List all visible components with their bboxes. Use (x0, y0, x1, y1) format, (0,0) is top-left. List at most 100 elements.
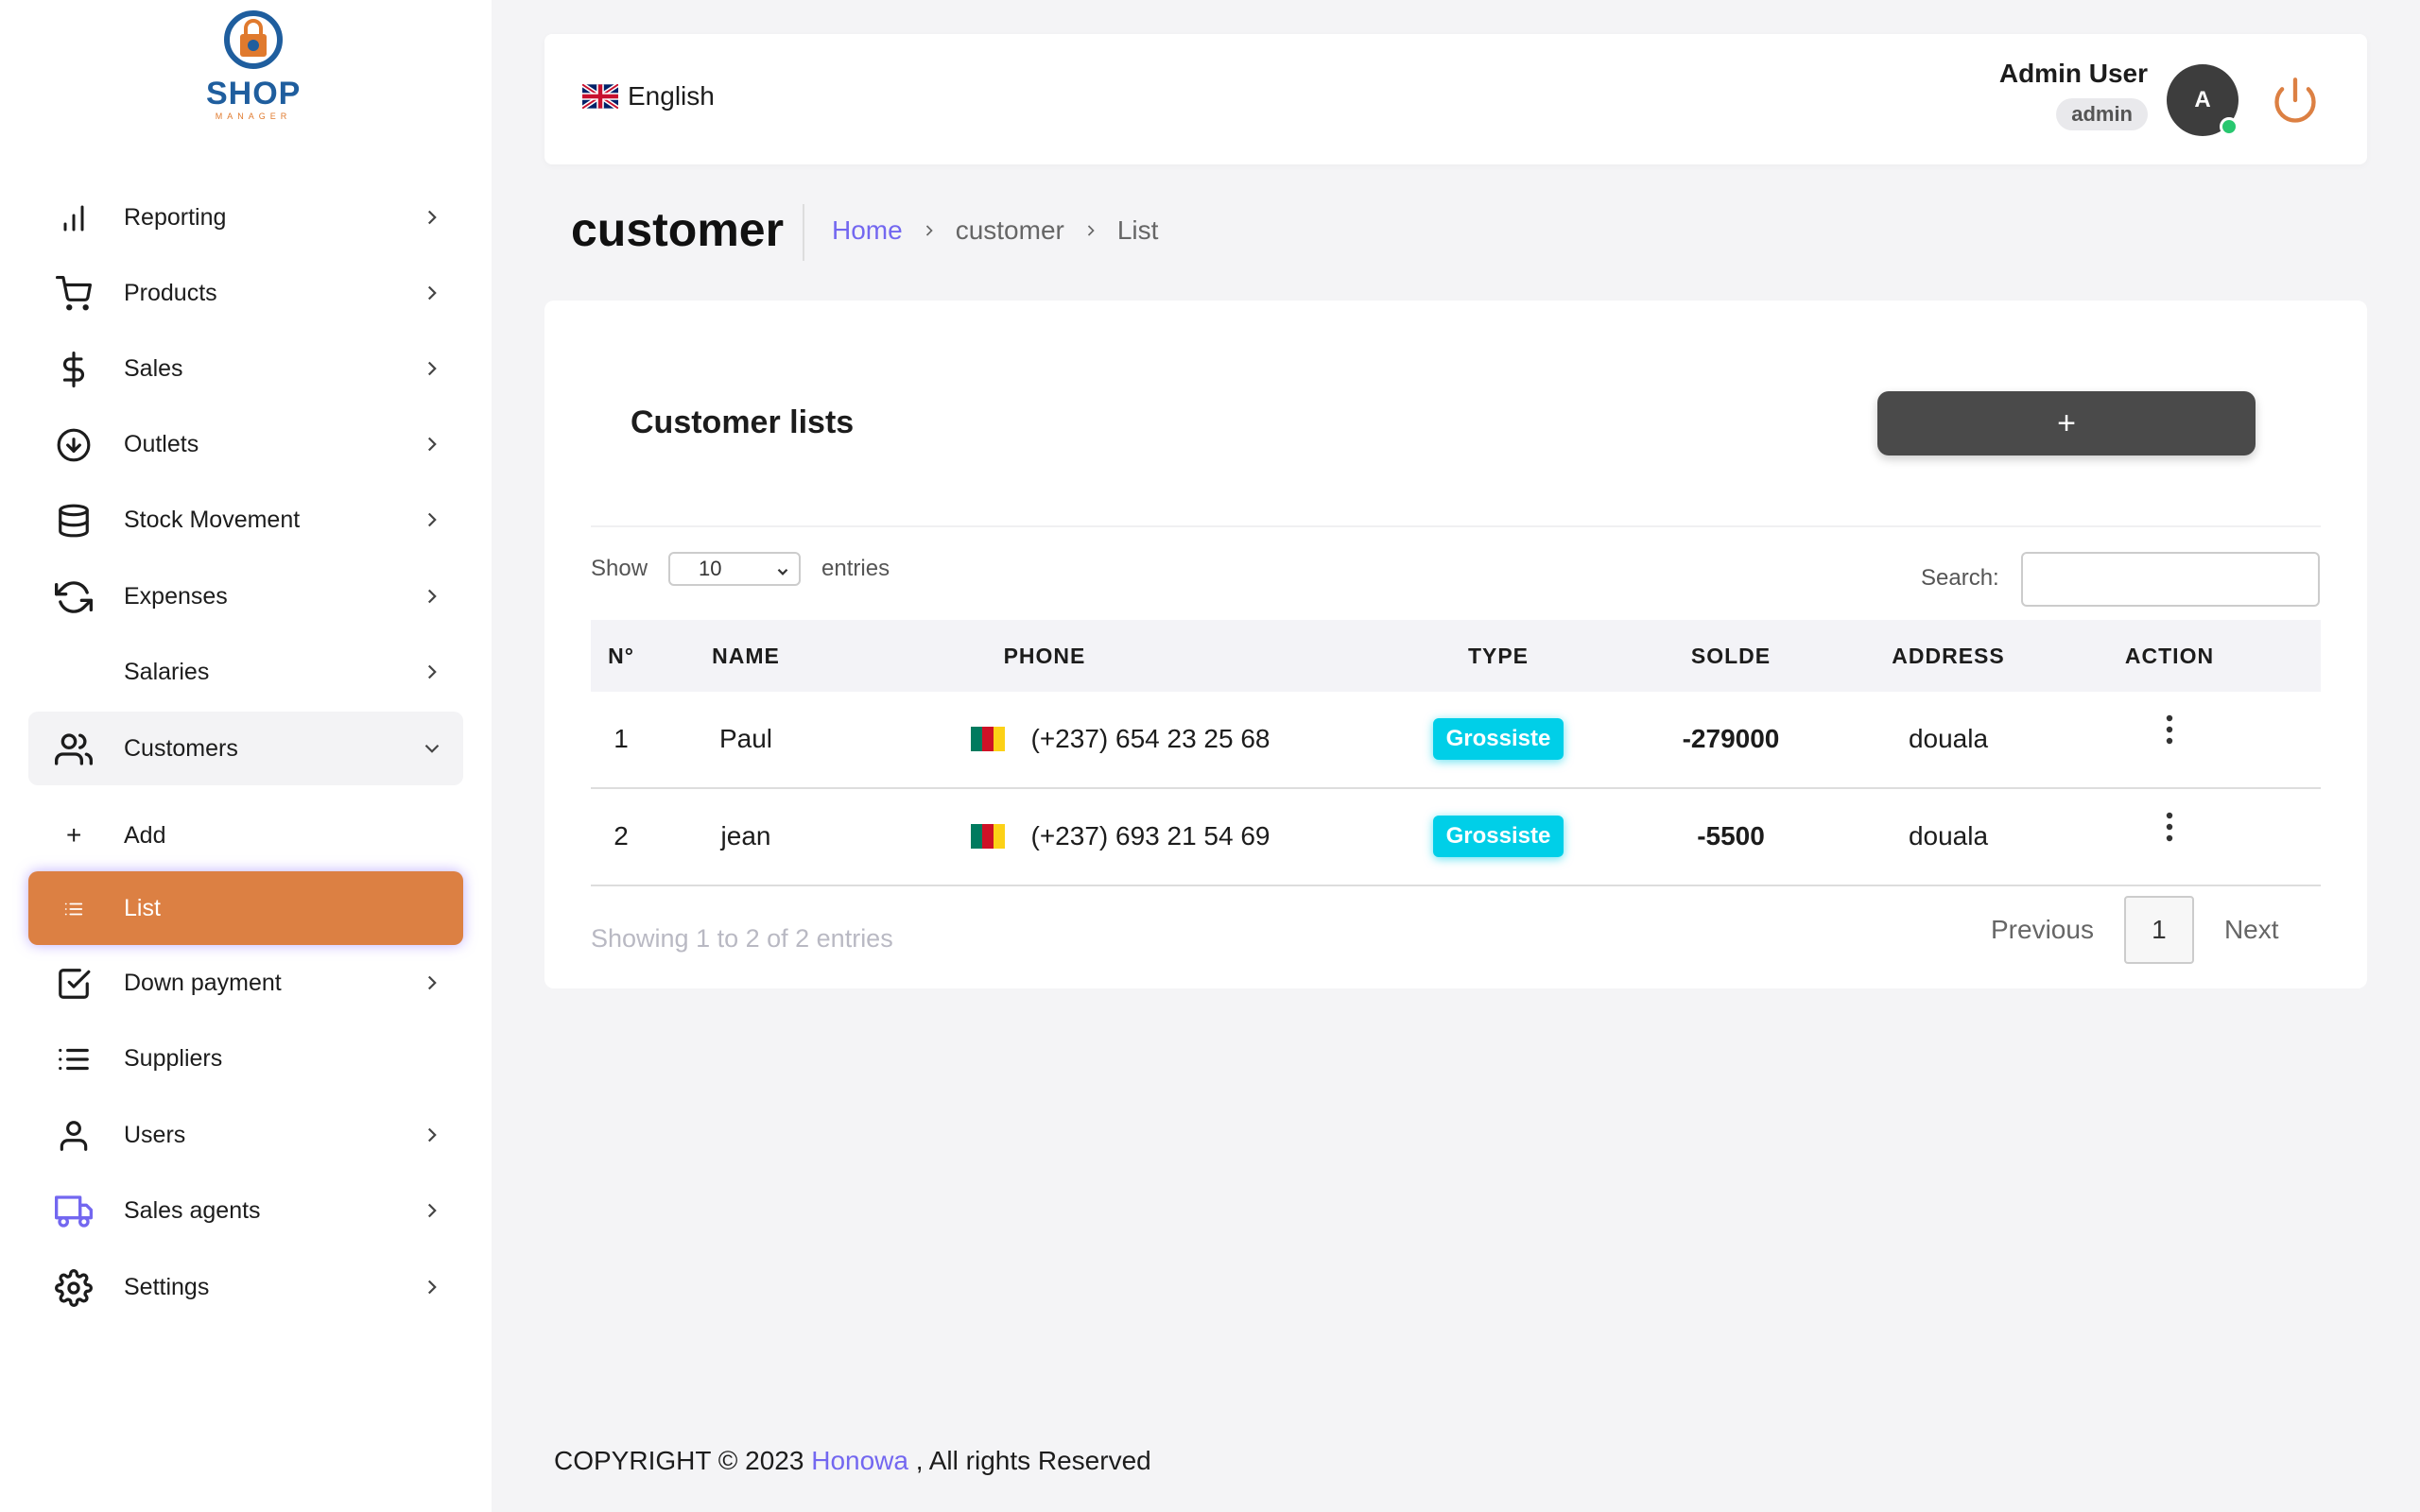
card-title: Customer lists (631, 404, 855, 440)
sidebar-item-label: Stock Movement (124, 506, 301, 533)
table-row: 2 jean (+237) 693 21 54 69 Grossiste -55… (591, 789, 2321, 886)
sidebar-item-label: Customers (124, 734, 238, 762)
cell-type: Grossiste (1423, 692, 1574, 786)
type-badge: Grossiste (1432, 816, 1564, 857)
column-header-type[interactable]: TYPE (1423, 620, 1574, 692)
user-name: Admin User (1998, 59, 2148, 88)
chevron-right-icon (427, 285, 437, 301)
cell-solde: -5500 (1697, 821, 1765, 850)
page-title: customer (571, 203, 785, 256)
page-number-button[interactable]: 1 (2123, 896, 2194, 964)
cell-name: jean (720, 821, 771, 850)
column-header-name[interactable]: NAME (670, 620, 821, 692)
chevron-right-icon (427, 1203, 437, 1218)
check-square-icon (55, 965, 93, 1003)
sidebar-item-label: Sales agents (124, 1196, 261, 1224)
next-page-button[interactable]: Next (2205, 915, 2298, 945)
footer: COPYRIGHT © 2023 Honowa , All rights Res… (554, 1446, 1151, 1476)
column-header-solde[interactable]: SOLDE (1665, 620, 1797, 692)
cell-name: Paul (718, 724, 773, 753)
breadcrumb-customer[interactable]: customer (956, 215, 1064, 246)
chevron-right-icon (1087, 225, 1095, 236)
cart-icon (55, 275, 93, 313)
sidebar-item-reporting[interactable]: Reporting (28, 180, 463, 254)
chevron-right-icon (427, 361, 437, 376)
footer-brand-link[interactable]: Honowa (811, 1446, 908, 1475)
truck-icon (55, 1193, 93, 1230)
power-icon[interactable] (2271, 76, 2320, 125)
table-header: N° NAME PHONE TYPE SOLDE ADDRESS ACTION (591, 620, 2321, 692)
uk-flag-icon (582, 84, 618, 109)
cell-phone: (+237) 654 23 25 68 (931, 692, 1309, 786)
dollar-icon (55, 351, 93, 388)
chevron-right-icon (427, 210, 437, 225)
add-customer-button[interactable]: + (1877, 391, 2256, 455)
page-size-select[interactable]: 10 (668, 552, 802, 586)
sidebar-subitem-add[interactable]: + Add (28, 799, 463, 872)
user-icon (55, 1117, 93, 1155)
logo-icon (224, 10, 283, 69)
type-badge: Grossiste (1432, 718, 1564, 760)
chevron-down-icon (424, 744, 440, 753)
cameroon-flag-icon (970, 824, 1005, 849)
logo[interactable]: SHOP MANAGER (206, 8, 301, 121)
sidebar-item-label: List (124, 894, 161, 921)
sidebar-item-suppliers[interactable]: Suppliers (28, 1022, 463, 1095)
breadcrumb-home-link[interactable]: Home (832, 215, 903, 246)
more-vertical-icon[interactable] (2160, 808, 2179, 846)
database-icon (55, 502, 93, 540)
logo-subtitle: MANAGER (215, 112, 292, 121)
cell-type: Grossiste (1423, 789, 1574, 884)
sidebar-item-label: Products (124, 279, 217, 306)
entries-control: Show 10 entries (591, 552, 890, 586)
sidebar-item-label: Expenses (124, 582, 228, 610)
plus-icon: + (66, 820, 82, 850)
cell-address: douala (1908, 821, 1989, 850)
cell-no: 2 (614, 821, 629, 850)
sidebar-item-users[interactable]: Users (28, 1098, 463, 1172)
sidebar-item-stock-movement[interactable]: Stock Movement (28, 483, 463, 557)
chevron-right-icon (427, 589, 437, 604)
cell-solde: -279000 (1682, 724, 1780, 753)
table-info: Showing 1 to 2 of 2 entries (591, 924, 893, 953)
search-label: Search: (1921, 565, 1999, 591)
chevron-down-icon (777, 568, 788, 576)
phone-number: (+237) 654 23 25 68 (1030, 724, 1270, 753)
sidebar-item-sales-agents[interactable]: Sales agents (28, 1174, 463, 1247)
previous-page-button[interactable]: Previous (1972, 915, 2113, 945)
sidebar-item-outlets[interactable]: Outlets (28, 407, 463, 481)
sidebar-item-label: Users (124, 1121, 186, 1148)
chevron-right-icon (427, 437, 437, 452)
sidebar-item-label: Reporting (124, 203, 227, 231)
title-divider (803, 204, 804, 261)
column-header-address[interactable]: ADDRESS (1873, 620, 2024, 692)
more-vertical-icon[interactable] (2160, 711, 2179, 748)
sidebar-item-products[interactable]: Products (28, 256, 463, 330)
column-header-no[interactable]: N° (591, 620, 651, 692)
users-icon (55, 730, 93, 768)
avatar[interactable]: A (2167, 64, 2238, 136)
page-size-value: 10 (699, 557, 722, 580)
show-label: Show (591, 556, 648, 581)
avatar-initial: A (2194, 87, 2211, 112)
logo-text: SHOP (206, 76, 302, 112)
language-label: English (628, 81, 715, 111)
breadcrumb-current: List (1116, 215, 1159, 245)
user-role-badge: admin (2056, 98, 2148, 130)
sidebar-item-salaries[interactable]: Salaries (28, 635, 463, 709)
online-status-dot (2220, 117, 2238, 136)
sidebar-item-customers[interactable]: Customers (28, 712, 463, 785)
sidebar-item-settings[interactable]: Settings (28, 1250, 463, 1324)
sidebar-item-sales[interactable]: Sales (28, 332, 463, 405)
chevron-right-icon (925, 225, 933, 236)
topbar: English Admin User admin A (544, 34, 2367, 164)
sidebar-item-down-payment[interactable]: Down payment (28, 946, 463, 1020)
sidebar-item-label: Down payment (124, 969, 282, 996)
column-header-phone[interactable]: PHONE (950, 620, 1139, 692)
gear-icon (55, 1269, 93, 1307)
language-selector[interactable]: English (582, 81, 715, 112)
sidebar-item-expenses[interactable]: Expenses (28, 559, 463, 633)
search-input[interactable] (2021, 552, 2320, 607)
sidebar-subitem-list[interactable]: List (28, 871, 463, 945)
sidebar: SHOP MANAGER Reporting Products Sales Ou… (0, 0, 492, 1512)
